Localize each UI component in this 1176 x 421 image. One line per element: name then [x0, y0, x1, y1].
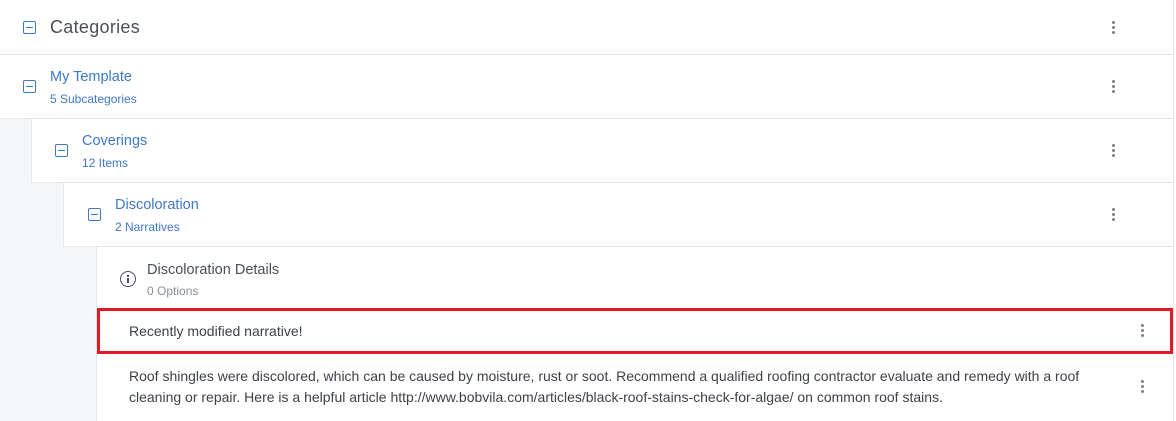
kebab-menu-icon[interactable]: [1112, 208, 1116, 222]
kebab-menu-icon[interactable]: [1112, 80, 1116, 94]
highlight-box: [97, 308, 1173, 354]
indent-gutter-level-2: [31, 183, 63, 421]
item-name-link[interactable]: Discoloration: [115, 197, 199, 213]
collapse-square-icon[interactable]: [23, 80, 36, 93]
item-narrative-count[interactable]: 2 Narratives: [115, 220, 180, 234]
indent-gutter-level-3: [63, 247, 96, 421]
subcategory-name-link[interactable]: Coverings: [82, 133, 147, 149]
tree-row-subcategory[interactable]: Coverings 12 Items: [31, 119, 1174, 183]
collapse-square-icon[interactable]: [88, 208, 101, 221]
info-circle-icon: [120, 271, 136, 287]
narrative-text[interactable]: Roof shingles were discolored, which can…: [129, 366, 1129, 408]
kebab-menu-icon[interactable]: [1112, 144, 1116, 158]
collapse-square-icon[interactable]: [55, 144, 68, 157]
subcategory-item-count[interactable]: 12 Items: [82, 156, 128, 170]
kebab-menu-icon[interactable]: [1112, 21, 1116, 35]
categories-header: Categories: [0, 0, 1174, 55]
template-name-link[interactable]: My Template: [50, 69, 132, 85]
categories-panel: Categories My Template 5 Subcategories C…: [0, 0, 1176, 421]
details-title: Discoloration Details: [147, 262, 280, 278]
tree-row-template[interactable]: My Template 5 Subcategories: [0, 55, 1174, 119]
indent-gutter-level-1: [0, 119, 31, 421]
page-title: Categories: [50, 17, 141, 37]
template-subcategory-count[interactable]: 5 Subcategories: [50, 92, 137, 106]
narrative-row-2[interactable]: Roof shingles were discolored, which can…: [97, 353, 1173, 421]
kebab-menu-icon[interactable]: [1141, 380, 1145, 394]
collapse-square-icon[interactable]: [23, 21, 36, 34]
details-option-count: 0 Options: [147, 284, 199, 298]
tree-row-item[interactable]: Discoloration 2 Narratives: [63, 183, 1174, 247]
